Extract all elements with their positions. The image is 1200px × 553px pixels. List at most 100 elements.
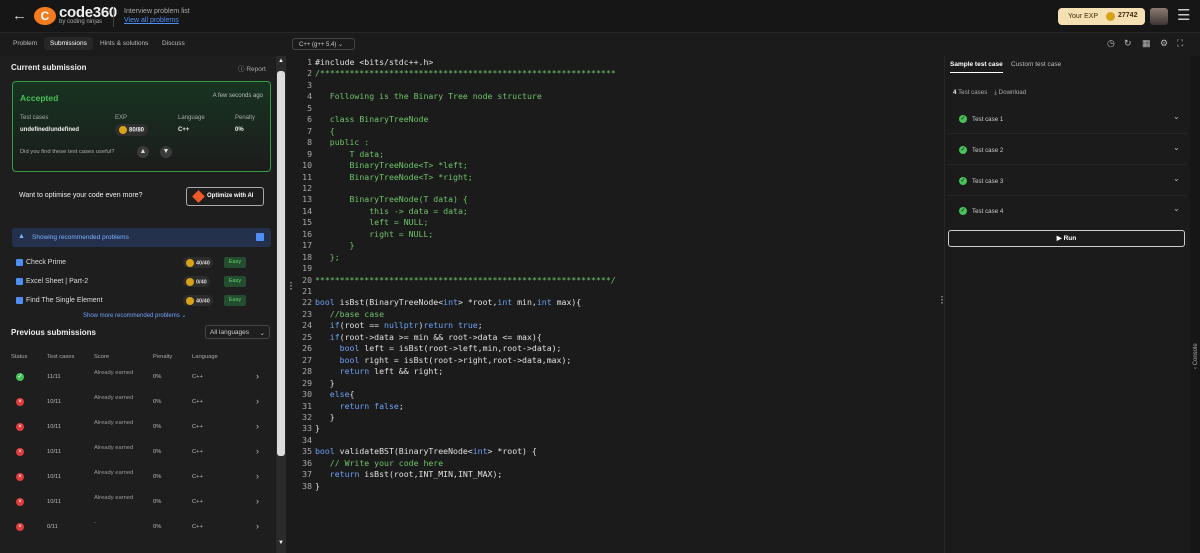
submission-row[interactable]: × 10/11 Already earned 0% C++ › (0, 465, 275, 490)
scrollbar-thumb[interactable] (277, 71, 285, 456)
code-line: // Write your code here (315, 457, 444, 468)
coin-icon (186, 297, 194, 305)
report-button[interactable]: ⓘ Report (238, 63, 266, 73)
scroll-up-icon[interactable]: ▲ (277, 58, 285, 66)
submission-row[interactable]: × 10/11 Already earned 0% C++ › (0, 415, 275, 440)
code-line: #include <bits/stdc++.h> (315, 57, 434, 67)
row-language: C++ (192, 424, 203, 430)
line-number: 11 (302, 171, 312, 182)
language-select[interactable]: C++ (g++ 5.4) ⌄ (292, 38, 355, 50)
chevron-right-icon[interactable]: › (256, 446, 259, 456)
line-number: 23 (302, 308, 312, 319)
code-line: } (315, 480, 320, 491)
tab-discuss[interactable]: Discuss (162, 40, 185, 47)
problem-icon (16, 278, 23, 285)
test-case-count-label: Test cases (958, 89, 988, 96)
header-penalty: Penalty (153, 354, 173, 360)
row-penalty: 0% (153, 449, 162, 455)
line-number: 17 (302, 240, 312, 251)
chevron-right-icon[interactable]: › (256, 371, 259, 381)
code360-logo[interactable]: C (34, 7, 56, 25)
row-language: C++ (192, 399, 203, 405)
row-penalty: 0% (153, 474, 162, 480)
download-button[interactable]: ⤓ Download (994, 89, 1026, 96)
thumbs-down-icon[interactable]: ▼ (160, 146, 172, 158)
score-text: 40/40 (196, 298, 210, 305)
submission-row[interactable]: × 10/11 Already earned 0% C++ › (0, 440, 275, 465)
code-line: ****************************************… (315, 274, 616, 285)
submission-time: A few seconds ago (212, 93, 263, 99)
line-number: 12 (302, 182, 312, 193)
reset-icon[interactable]: ↻ (1124, 38, 1132, 49)
line-number: 6 (307, 114, 312, 125)
recommended-problem[interactable]: Find The Single Element 40/40 Easy (16, 295, 271, 307)
test-case-row[interactable]: ✓ Test case 3 ⌄ (947, 166, 1187, 196)
recommended-toggle[interactable]: ▲ Showing recommended problems (12, 228, 271, 247)
tab-hints-solutions[interactable]: Hints & solutions (100, 40, 148, 47)
submission-row[interactable]: × 0/11 - 0% C++ › (0, 515, 275, 540)
play-icon: ▶ (1056, 235, 1062, 242)
exp-badge[interactable]: Your EXP 27742 (1058, 8, 1145, 25)
test-case-row[interactable]: ✓ Test case 1 ⌄ (947, 104, 1187, 134)
submission-row[interactable]: ✓ 11/11 Already earned 0% C++ › (0, 365, 275, 390)
code-line: Following is the Binary Tree node struct… (315, 91, 542, 102)
recommended-problem[interactable]: Excel Sheet | Part-2 0/40 Easy (16, 276, 271, 288)
thumbs-up-icon[interactable]: ▲ (137, 146, 149, 158)
value-test-cases: undefined/undefined (20, 127, 79, 133)
tab-sample-test-case[interactable]: Sample test case (950, 61, 1003, 73)
chevron-right-icon[interactable]: › (256, 471, 259, 481)
avatar[interactable] (1150, 8, 1168, 25)
line-number: 16 (302, 228, 312, 239)
error-icon: × (16, 473, 24, 481)
hamburger-menu-icon[interactable]: ☰ (1177, 8, 1190, 24)
test-case-row[interactable]: ✓ Test case 2 ⌄ (947, 135, 1187, 165)
layout-icon[interactable]: ▦ (1142, 38, 1151, 49)
console-toggle[interactable]: ‹ Console (1190, 56, 1200, 553)
row-test-cases: 10/11 (47, 499, 62, 505)
test-case-row[interactable]: ✓ Test case 4 ⌄ (947, 196, 1187, 226)
code-line: BinaryTreeNode<T> *left; (315, 160, 468, 171)
view-all-problems-link[interactable]: View all problems (124, 17, 179, 24)
tab-custom-test-case[interactable]: Custom test case (1011, 61, 1061, 68)
problem-icon (16, 259, 23, 266)
line-number: 29 (302, 377, 312, 388)
code-line: return false; (339, 400, 404, 411)
line-number: 22 (302, 297, 312, 308)
show-more-recommended-link[interactable]: Show more recommended problems ⌄ (83, 312, 186, 319)
optimise-text: Want to optimise your code even more? (19, 192, 143, 199)
submission-row[interactable]: × 10/11 Already earned 0% C++ › (0, 390, 275, 415)
chevron-right-icon[interactable]: › (256, 421, 259, 431)
tab-submissions[interactable]: Submissions (44, 37, 93, 50)
chevron-down-icon: ⌄ (1173, 112, 1180, 121)
row-language: C++ (192, 474, 203, 480)
scroll-down-icon[interactable]: ▼ (277, 540, 285, 548)
line-numbers: 1 2 3 4 5 6 7 8 9 10 11 12 13 14 15 16 17 18 19 20 21 22 23 24 2… (288, 56, 314, 553)
code-line: }; (315, 251, 340, 262)
checkbox-icon[interactable] (256, 233, 264, 241)
chevron-right-icon[interactable]: › (256, 496, 259, 506)
row-test-cases: 10/11 (47, 474, 62, 480)
back-arrow-icon[interactable]: ← (12, 7, 28, 25)
chevron-right-icon[interactable]: › (256, 396, 259, 406)
line-number: 10 (302, 160, 312, 171)
line-number: 4 (307, 91, 312, 102)
test-case-name: Test case 4 (972, 208, 1004, 215)
recommended-problem[interactable]: Check Prime 40/40 Easy (16, 257, 271, 269)
run-button[interactable]: ▶ Run (948, 230, 1185, 247)
console-label: ‹ Console (1193, 329, 1199, 369)
chevron-right-icon[interactable]: › (256, 521, 259, 531)
submission-row[interactable]: × 10/11 Already earned 0% C++ › (0, 490, 275, 515)
line-number: 34 (302, 434, 312, 445)
code-line: class BinaryTreeNode (315, 114, 429, 125)
row-language: C++ (192, 524, 203, 530)
code-line: return left && right; (339, 366, 444, 377)
optimize-with-ai-button[interactable]: Optimize with AI (186, 187, 264, 206)
language-filter[interactable]: All languages ⌄ (205, 325, 270, 339)
tab-problem[interactable]: Problem (13, 40, 37, 47)
settings-gear-icon[interactable]: ⚙ (1160, 38, 1168, 49)
fullscreen-icon[interactable]: ⛶ (1177, 38, 1183, 49)
submissions-panel: Current submission ⓘ Report Accepted A f… (0, 56, 275, 553)
drag-handle-icon[interactable]: · · · (288, 279, 294, 295)
code-editor[interactable]: 1 2 3 4 5 6 7 8 9 10 11 12 13 14 15 16 17 18 19 20 21 22 23 24 2… (288, 56, 945, 553)
timer-icon[interactable]: ◷ (1107, 38, 1115, 49)
